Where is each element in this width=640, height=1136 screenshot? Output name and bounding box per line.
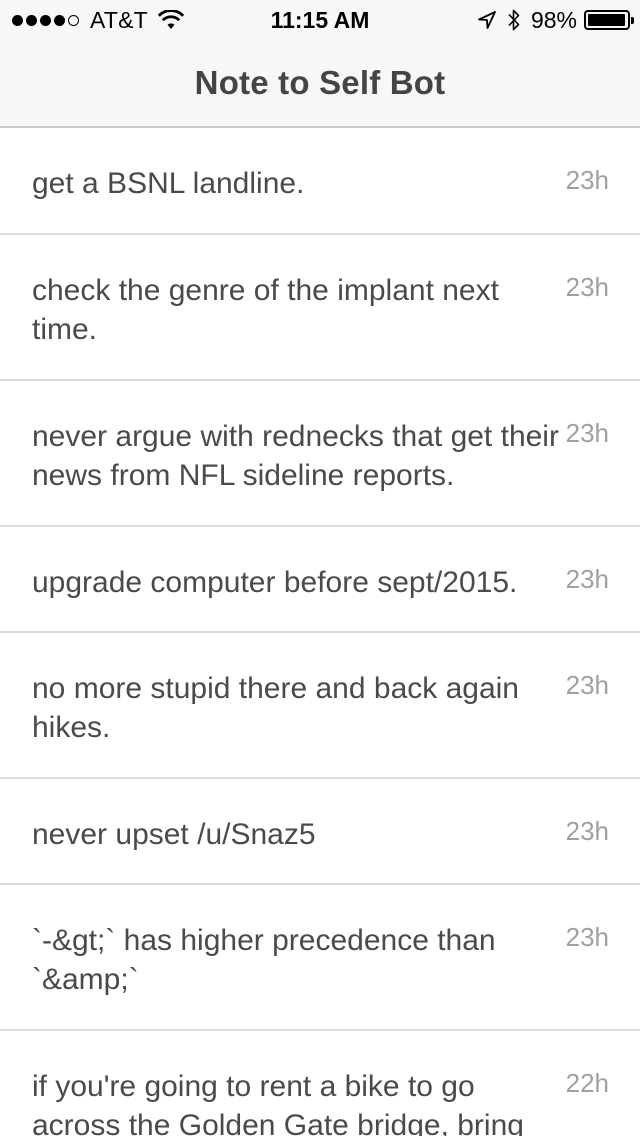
note-timestamp: 23h [565, 922, 609, 952]
note-text: if you're going to rent a bike to go acr… [32, 1070, 524, 1136]
note-text: get a BSNL landline. [32, 167, 305, 200]
status-right: 98% [477, 6, 634, 33]
app-screen: AT&T 11:15 AM 98% Note to Self Bot get a… [0, 0, 640, 1136]
note-timestamp: 23h [565, 418, 609, 448]
note-item[interactable]: no more stupid there and back again hike… [0, 633, 640, 779]
note-timestamp: 22h [565, 1068, 609, 1098]
note-item[interactable]: check the genre of the implant next time… [0, 235, 640, 381]
status-bar: AT&T 11:15 AM 98% [0, 0, 640, 40]
note-timestamp: 23h [565, 564, 609, 594]
note-item[interactable]: upgrade computer before sept/2015. 23h [0, 527, 640, 633]
note-item[interactable]: never argue with rednecks that get their… [0, 381, 640, 527]
battery-percent: 98% [530, 6, 577, 33]
bluetooth-icon [508, 9, 520, 31]
battery-icon [584, 10, 634, 30]
navigation-bar: Note to Self Bot [0, 40, 640, 126]
note-text: never argue with rednecks that get their… [32, 420, 559, 492]
note-item[interactable]: if you're going to rent a bike to go acr… [0, 1031, 640, 1136]
note-item[interactable]: get a BSNL landline. 23h [0, 128, 640, 235]
note-timestamp: 23h [565, 816, 609, 846]
note-timestamp: 23h [565, 272, 609, 302]
notes-list: get a BSNL landline. 23h check the genre… [0, 128, 640, 1136]
note-text: never upset /u/Snaz5 [32, 818, 316, 851]
note-timestamp: 23h [565, 165, 609, 195]
note-text: no more stupid there and back again hike… [32, 672, 519, 744]
note-text: check the genre of the implant next time… [32, 274, 499, 346]
location-arrow-icon [478, 11, 496, 29]
note-text: `-&gt;` has higher precedence than `&amp… [32, 924, 496, 996]
note-item[interactable]: `-&gt;` has higher precedence than `&amp… [0, 885, 640, 1031]
note-item[interactable]: never upset /u/Snaz5 23h [0, 779, 640, 885]
battery-level-fill [588, 14, 626, 26]
note-text: upgrade computer before sept/2015. [32, 566, 518, 599]
top-bar: AT&T 11:15 AM 98% Note to Self Bot [0, 0, 640, 128]
note-timestamp: 23h [565, 670, 609, 700]
page-title: Note to Self Bot [194, 64, 446, 101]
